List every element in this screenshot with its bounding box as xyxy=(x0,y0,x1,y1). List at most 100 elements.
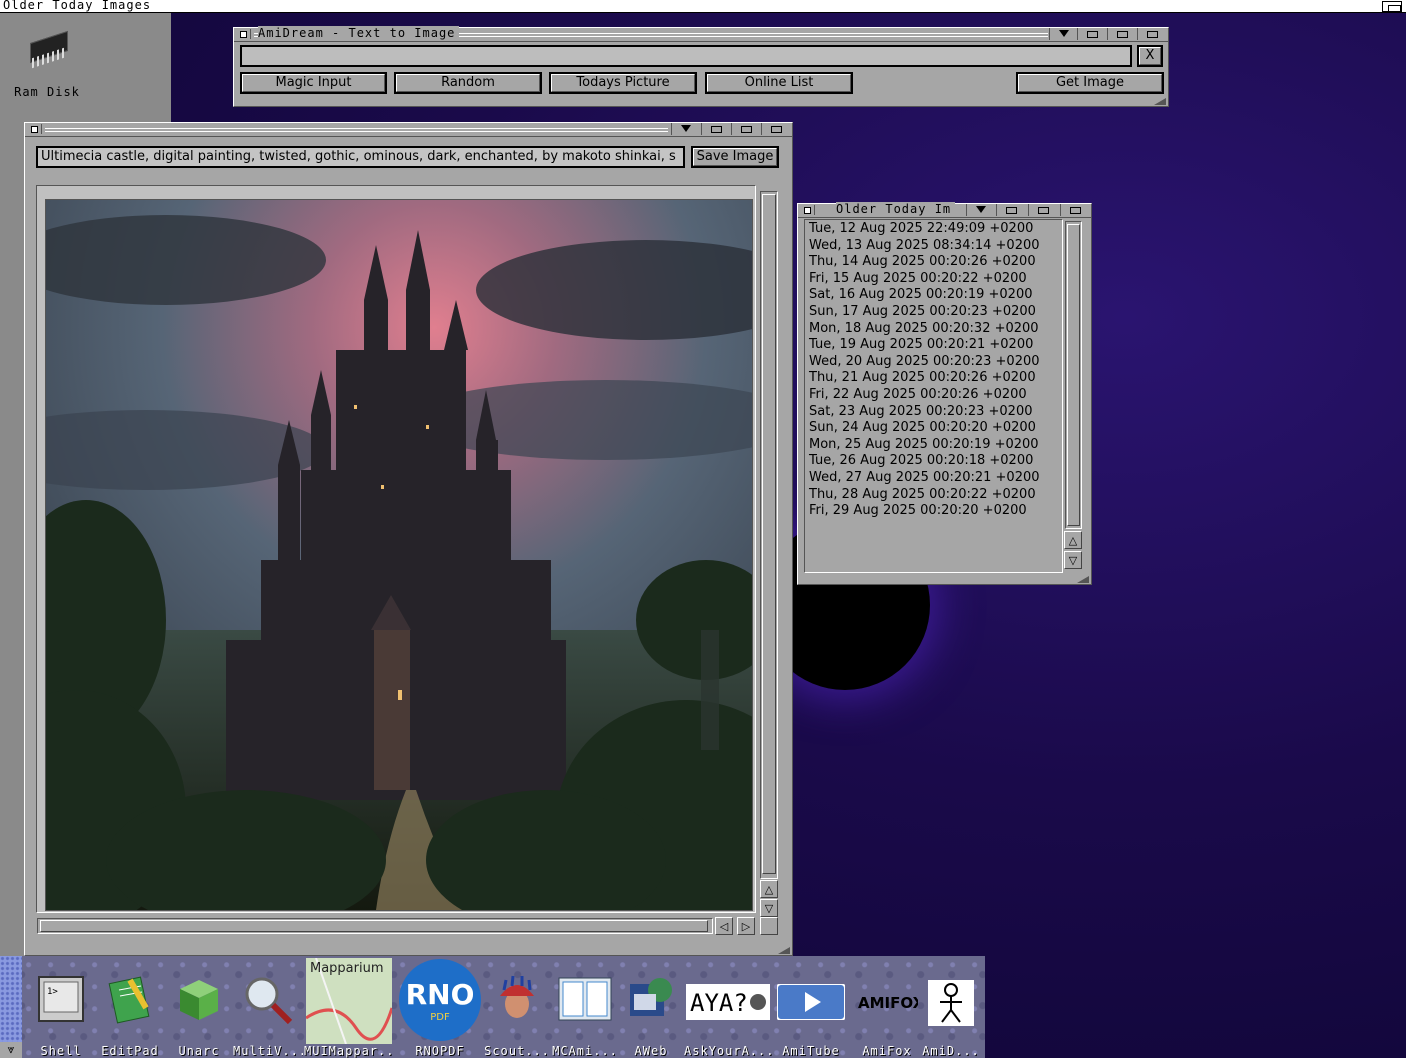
get-image-button[interactable]: Get Image xyxy=(1016,72,1164,94)
scroll-corner xyxy=(760,917,778,935)
save-image-button[interactable]: Save Image xyxy=(691,146,779,168)
dock-bar: ⩔ 1> Shell EditPad Unarc MultiV... Mapparium M… xyxy=(0,956,985,1058)
date-list-item[interactable]: Wed, 20 Aug 2025 00:20:23 +0200 xyxy=(806,354,1061,371)
dock-item-label: AWeb xyxy=(634,1044,668,1058)
date-list-item[interactable]: Wed, 13 Aug 2025 08:34:14 +0200 xyxy=(806,238,1061,255)
date-list-item[interactable]: Sun, 17 Aug 2025 00:20:23 +0200 xyxy=(806,304,1061,321)
date-list-item[interactable]: Thu, 21 Aug 2025 00:20:26 +0200 xyxy=(806,370,1061,387)
dock-item-muimappar[interactable]: Mapparium MUIMappar... xyxy=(304,956,394,1058)
date-list-vscroll-knob[interactable] xyxy=(1067,224,1080,526)
magic-input-button[interactable]: Magic Input xyxy=(240,72,387,94)
scout-icon xyxy=(492,974,542,1028)
svg-text:1>: 1> xyxy=(47,987,58,997)
older-window-titlebar[interactable]: Older Today Im xyxy=(798,202,1091,218)
date-list-item[interactable]: Thu, 14 Aug 2025 00:20:26 +0200 xyxy=(806,254,1061,271)
random-button[interactable]: Random xyxy=(394,72,542,94)
gothic-castle-image[interactable] xyxy=(45,199,753,911)
date-list-item[interactable]: Tue, 19 Aug 2025 00:20:21 +0200 xyxy=(806,337,1061,354)
resize-gadget-icon[interactable] xyxy=(776,945,792,955)
clear-prompt-button[interactable]: X xyxy=(1137,45,1163,67)
image-window-titlebar[interactable] xyxy=(25,123,792,137)
dock-item-multiv[interactable]: MultiV... xyxy=(233,956,303,1058)
scroll-down-arrow-icon[interactable]: ▽ xyxy=(760,899,778,917)
play-icon xyxy=(776,983,846,1024)
dock-item-unarc[interactable]: Unarc xyxy=(164,956,234,1058)
dock-item-editpad[interactable]: EditPad xyxy=(95,956,165,1058)
dock-item-label: AmiTube xyxy=(782,1044,840,1058)
date-list-vscroll-track[interactable] xyxy=(1065,221,1082,529)
dock-item-label: Unarc xyxy=(178,1044,220,1058)
snapshot-gadget-icon[interactable] xyxy=(996,204,1025,216)
dock-toggle-icon[interactable]: ⩔ xyxy=(0,1042,22,1058)
svg-text:RNO: RNO xyxy=(406,978,475,1011)
date-list-item[interactable]: Sun, 24 Aug 2025 00:20:20 +0200 xyxy=(806,420,1061,437)
ram-chip-icon xyxy=(24,30,70,69)
dock-item-label: AmiD... xyxy=(922,1044,980,1058)
amifox-icon: AMIFOX xyxy=(856,986,925,1020)
date-list-item[interactable]: Thu, 28 Aug 2025 00:20:22 +0200 xyxy=(806,487,1061,504)
amidream-titlebar[interactable]: AmiDream - Text to Image xyxy=(234,26,1168,42)
date-list-item[interactable]: Mon, 18 Aug 2025 00:20:32 +0200 xyxy=(806,321,1061,338)
dock-item-amifox[interactable]: AMIFOX AmiFox xyxy=(852,956,925,1058)
scroll-left-arrow-icon[interactable]: ◁ xyxy=(715,917,733,935)
close-gadget-icon[interactable] xyxy=(27,124,42,134)
iconify-gadget-icon[interactable] xyxy=(671,123,700,135)
scroll-down-arrow-icon[interactable]: ▽ xyxy=(1064,551,1082,569)
date-list-item[interactable]: Sat, 23 Aug 2025 00:20:23 +0200 xyxy=(806,404,1061,421)
date-list-item[interactable]: Sat, 16 Aug 2025 00:20:19 +0200 xyxy=(806,287,1061,304)
snapshot-gadget-icon[interactable] xyxy=(701,123,730,135)
svg-text:Mapparium: Mapparium xyxy=(310,961,384,976)
dock-item-mcami[interactable]: MCAmi... xyxy=(550,956,620,1058)
image-vscroll-knob[interactable] xyxy=(762,194,776,874)
dock-item-label: EditPad xyxy=(101,1044,159,1058)
depth-gadget-icon[interactable] xyxy=(1137,28,1166,40)
close-gadget-icon[interactable] xyxy=(236,29,251,39)
scroll-up-arrow-icon[interactable]: △ xyxy=(760,880,778,898)
depth-gadget-icon[interactable] xyxy=(761,123,790,135)
image-window: Ultimecia castle, digital painting, twis… xyxy=(24,122,793,956)
older-today-window: Older Today Im Tue, 12 Aug 2025 22:49:09… xyxy=(797,202,1092,585)
magnifier-icon xyxy=(240,972,296,1032)
date-list-item[interactable]: Tue, 12 Aug 2025 22:49:09 +0200 xyxy=(806,221,1061,238)
date-list-item[interactable]: Wed, 27 Aug 2025 00:20:21 +0200 xyxy=(806,470,1061,487)
todays-picture-button[interactable]: Todays Picture xyxy=(549,72,697,94)
date-list-item[interactable]: Mon, 25 Aug 2025 00:20:19 +0200 xyxy=(806,437,1061,454)
scroll-up-arrow-icon[interactable]: △ xyxy=(1064,531,1082,549)
iconify-gadget-icon[interactable] xyxy=(966,204,995,216)
screen-title: Older Today Images xyxy=(3,0,152,12)
resize-gadget-icon[interactable] xyxy=(1075,574,1091,584)
dock-item-shell[interactable]: 1> Shell xyxy=(26,956,96,1058)
dock-item-amid[interactable]: AmiD... xyxy=(916,956,986,1058)
close-gadget-icon[interactable] xyxy=(800,205,815,215)
date-list-item[interactable]: Fri, 22 Aug 2025 00:20:26 +0200 xyxy=(806,387,1061,404)
dock-item-scout[interactable]: Scout... xyxy=(482,956,552,1058)
screen-depth-gadget[interactable] xyxy=(1382,1,1402,12)
zoom-gadget-icon[interactable] xyxy=(1028,204,1057,216)
image-vscroll-track[interactable] xyxy=(760,191,778,879)
desktop-icon-ram-disk[interactable]: Ram Disk xyxy=(4,30,90,99)
zoom-gadget-icon[interactable] xyxy=(1107,28,1136,40)
scroll-right-arrow-icon[interactable]: ▷ xyxy=(737,917,755,935)
dock-item-amitube[interactable]: AmiTube xyxy=(776,956,846,1058)
date-list[interactable]: Tue, 12 Aug 2025 22:49:09 +0200 Wed, 13 A… xyxy=(806,221,1061,571)
date-list-item[interactable]: Fri, 29 Aug 2025 00:20:20 +0200 xyxy=(806,503,1061,520)
dock-item-askyoura[interactable]: AYA? AskYourA... xyxy=(684,956,772,1058)
iconify-gadget-icon[interactable] xyxy=(1049,28,1078,40)
zoom-gadget-icon[interactable] xyxy=(731,123,760,135)
date-list-item[interactable]: Fri, 15 Aug 2025 00:20:22 +0200 xyxy=(806,271,1061,288)
online-list-button[interactable]: Online List xyxy=(705,72,853,94)
image-hscroll-track[interactable] xyxy=(37,918,713,934)
resize-gadget-icon[interactable] xyxy=(1152,96,1168,106)
image-hscroll-knob[interactable] xyxy=(40,920,708,932)
rno-pdf-icon: RNO PDF xyxy=(398,958,482,1046)
image-prompt-text[interactable]: Ultimecia castle, digital painting, twis… xyxy=(36,146,685,168)
older-window-title: Older Today Im xyxy=(836,202,956,216)
depth-gadget-icon[interactable] xyxy=(1060,204,1089,216)
date-list-item[interactable]: Tue, 26 Aug 2025 00:20:18 +0200 xyxy=(806,453,1061,470)
prompt-input[interactable] xyxy=(240,45,1132,67)
dock-item-aweb[interactable]: AWeb xyxy=(616,956,686,1058)
dock-item-label: MCAmi... xyxy=(552,1044,618,1058)
dock-item-rnopdf[interactable]: RNO PDF RNOPDF xyxy=(398,956,482,1058)
amidream-title: AmiDream - Text to Image xyxy=(258,26,460,40)
snapshot-gadget-icon[interactable] xyxy=(1077,28,1106,40)
